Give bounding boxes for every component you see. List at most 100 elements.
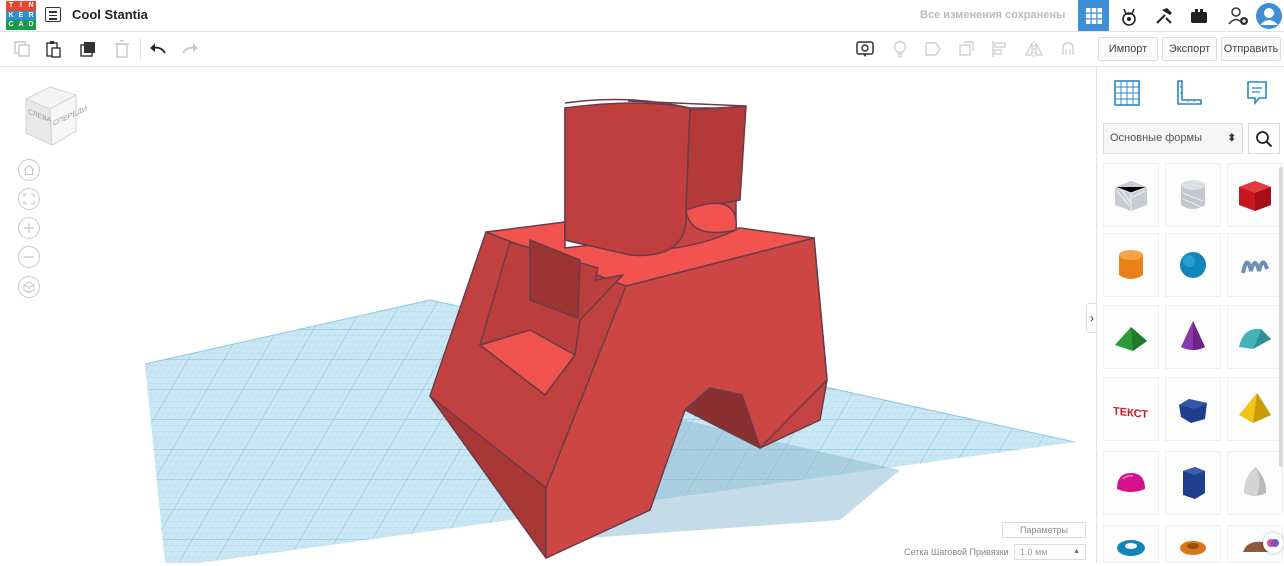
shape-box[interactable] [1227, 163, 1283, 227]
import-button[interactable]: Импорт [1098, 37, 1158, 61]
logo-letter: K [6, 10, 16, 21]
undo-button[interactable] [144, 32, 172, 66]
ruler-tool-button[interactable] [1169, 75, 1209, 111]
mirror-button[interactable] [1020, 32, 1048, 66]
profile-avatar-button[interactable] [1253, 0, 1284, 31]
bricks-button[interactable] [1148, 0, 1179, 31]
snap-grid-label: Сетка Шаговой Привязки [904, 547, 1009, 557]
shape-cylinder[interactable] [1103, 233, 1159, 297]
export-button[interactable]: Экспорт [1162, 37, 1217, 61]
polygon-prism-icon [1179, 399, 1207, 423]
assistant-brain-icon[interactable] [1263, 533, 1283, 553]
text-icon: ТЕКСТ [1113, 405, 1148, 421]
align-icon [992, 41, 1006, 57]
shape-tube[interactable] [1165, 525, 1221, 563]
blocks-icon [1121, 8, 1136, 26]
shape-cone[interactable] [1165, 305, 1221, 369]
ungroup-icon [959, 41, 974, 56]
shape-hole-box[interactable] [1103, 163, 1159, 227]
design-list-icon[interactable] [45, 7, 61, 22]
edit-toolbar: Импорт Экспорт Отправить [0, 32, 1284, 67]
select-arrow-icon: ▲ [1073, 548, 1080, 555]
group-button[interactable] [919, 32, 947, 66]
lightbulb-icon [893, 40, 907, 58]
workplane-grid-icon [1114, 80, 1140, 106]
view-cube[interactable]: СЛЕВА СПЕРЕДИ [20, 83, 87, 149]
snap-grid-select[interactable]: 1.0 мм ▲ [1014, 544, 1086, 560]
shape-polygon-prism[interactable] [1165, 377, 1221, 441]
notes-tool-button[interactable] [1237, 75, 1277, 111]
logo-letter: I [16, 1, 26, 11]
top-bar: TINKERCAD Cool Stantia Все изменения сох… [0, 0, 1284, 32]
paste-button[interactable] [39, 32, 67, 66]
shape-half-sphere[interactable] [1103, 451, 1159, 515]
shape-sphere[interactable] [1165, 233, 1221, 297]
cone-icon [1181, 321, 1205, 350]
undo-arrow-icon [150, 43, 166, 54]
perspective-toggle-button[interactable] [18, 276, 40, 298]
notes-button[interactable] [851, 32, 879, 66]
notes-speech-icon [856, 41, 874, 57]
shape-pyramid[interactable] [1227, 377, 1283, 441]
parameters-button[interactable]: Параметры [1002, 522, 1086, 538]
grid-view-button[interactable] [1078, 0, 1109, 31]
updown-chevron-icon: ⬍ [1227, 133, 1236, 144]
show-all-button[interactable] [886, 32, 914, 66]
delete-button[interactable] [108, 32, 136, 66]
blocks-button[interactable] [1113, 0, 1144, 31]
add-user-button[interactable] [1222, 0, 1253, 31]
shape-text[interactable]: ТЕКСТ [1103, 377, 1159, 441]
cylinder-icon [1119, 250, 1143, 279]
duplicate-button[interactable] [74, 32, 102, 66]
hexagonal-prism-icon [1183, 467, 1205, 499]
workplane-scene[interactable] [0, 67, 1092, 563]
round-roof-icon [1239, 328, 1271, 349]
shape-roof[interactable] [1103, 305, 1159, 369]
redo-button[interactable] [176, 32, 204, 66]
hammer-icon [1155, 7, 1172, 24]
shape-hexagonal-prism[interactable] [1165, 451, 1221, 515]
ungroup-button[interactable] [953, 32, 981, 66]
cruise-button[interactable] [1054, 32, 1082, 66]
home-view-button[interactable] [18, 159, 40, 181]
copy-icon [14, 41, 30, 57]
align-button[interactable] [985, 32, 1013, 66]
roof-icon [1115, 327, 1147, 351]
shape-search-button[interactable] [1248, 123, 1280, 154]
duplicate-icon [80, 42, 95, 57]
zoom-out-button[interactable] [18, 246, 40, 268]
mirror-icon [1025, 41, 1043, 57]
shape-torus[interactable] [1103, 525, 1159, 563]
send-to-button[interactable]: Отправить [1221, 37, 1281, 61]
sphere-icon [1180, 252, 1206, 278]
ruler-icon [1177, 80, 1202, 105]
svg-text:ТЕКСТ: ТЕКСТ [1113, 405, 1148, 421]
zoom-in-button[interactable] [18, 217, 40, 239]
workplane-tool-button[interactable] [1107, 75, 1147, 111]
logo-letter: C [6, 20, 16, 30]
shape-round-roof[interactable] [1227, 305, 1283, 369]
logo-letter: T [6, 1, 16, 11]
hole-cylinder-icon [1181, 180, 1205, 209]
half-sphere-icon [1117, 473, 1145, 492]
shape-hole-cylinder[interactable] [1165, 163, 1221, 227]
add-user-icon [1227, 6, 1248, 25]
copy-button[interactable] [8, 32, 36, 66]
shape-library-select[interactable]: Основные формы ⬍ [1103, 123, 1243, 154]
design-title[interactable]: Cool Stantia [72, 7, 148, 22]
shape-paraboloid[interactable] [1227, 451, 1283, 515]
shape-scribble[interactable] [1227, 233, 1283, 297]
panel-scrollbar[interactable] [1279, 167, 1283, 467]
trash-icon [115, 40, 129, 58]
3d-workplane-viewport[interactable]: СЛЕВА СПЕРЕДИ [0, 67, 1092, 563]
minus-icon [24, 256, 34, 258]
fit-view-button[interactable] [18, 188, 40, 210]
logo-letter: A [16, 20, 26, 30]
sim-lab-button[interactable] [1183, 0, 1214, 31]
tinkercad-logo[interactable]: TINKERCAD [6, 1, 36, 30]
tube-icon [1180, 541, 1206, 555]
search-icon [1256, 130, 1273, 147]
save-status: Все изменения сохранены [920, 9, 1066, 21]
box-icon [1239, 181, 1271, 211]
group-icon [925, 42, 941, 56]
